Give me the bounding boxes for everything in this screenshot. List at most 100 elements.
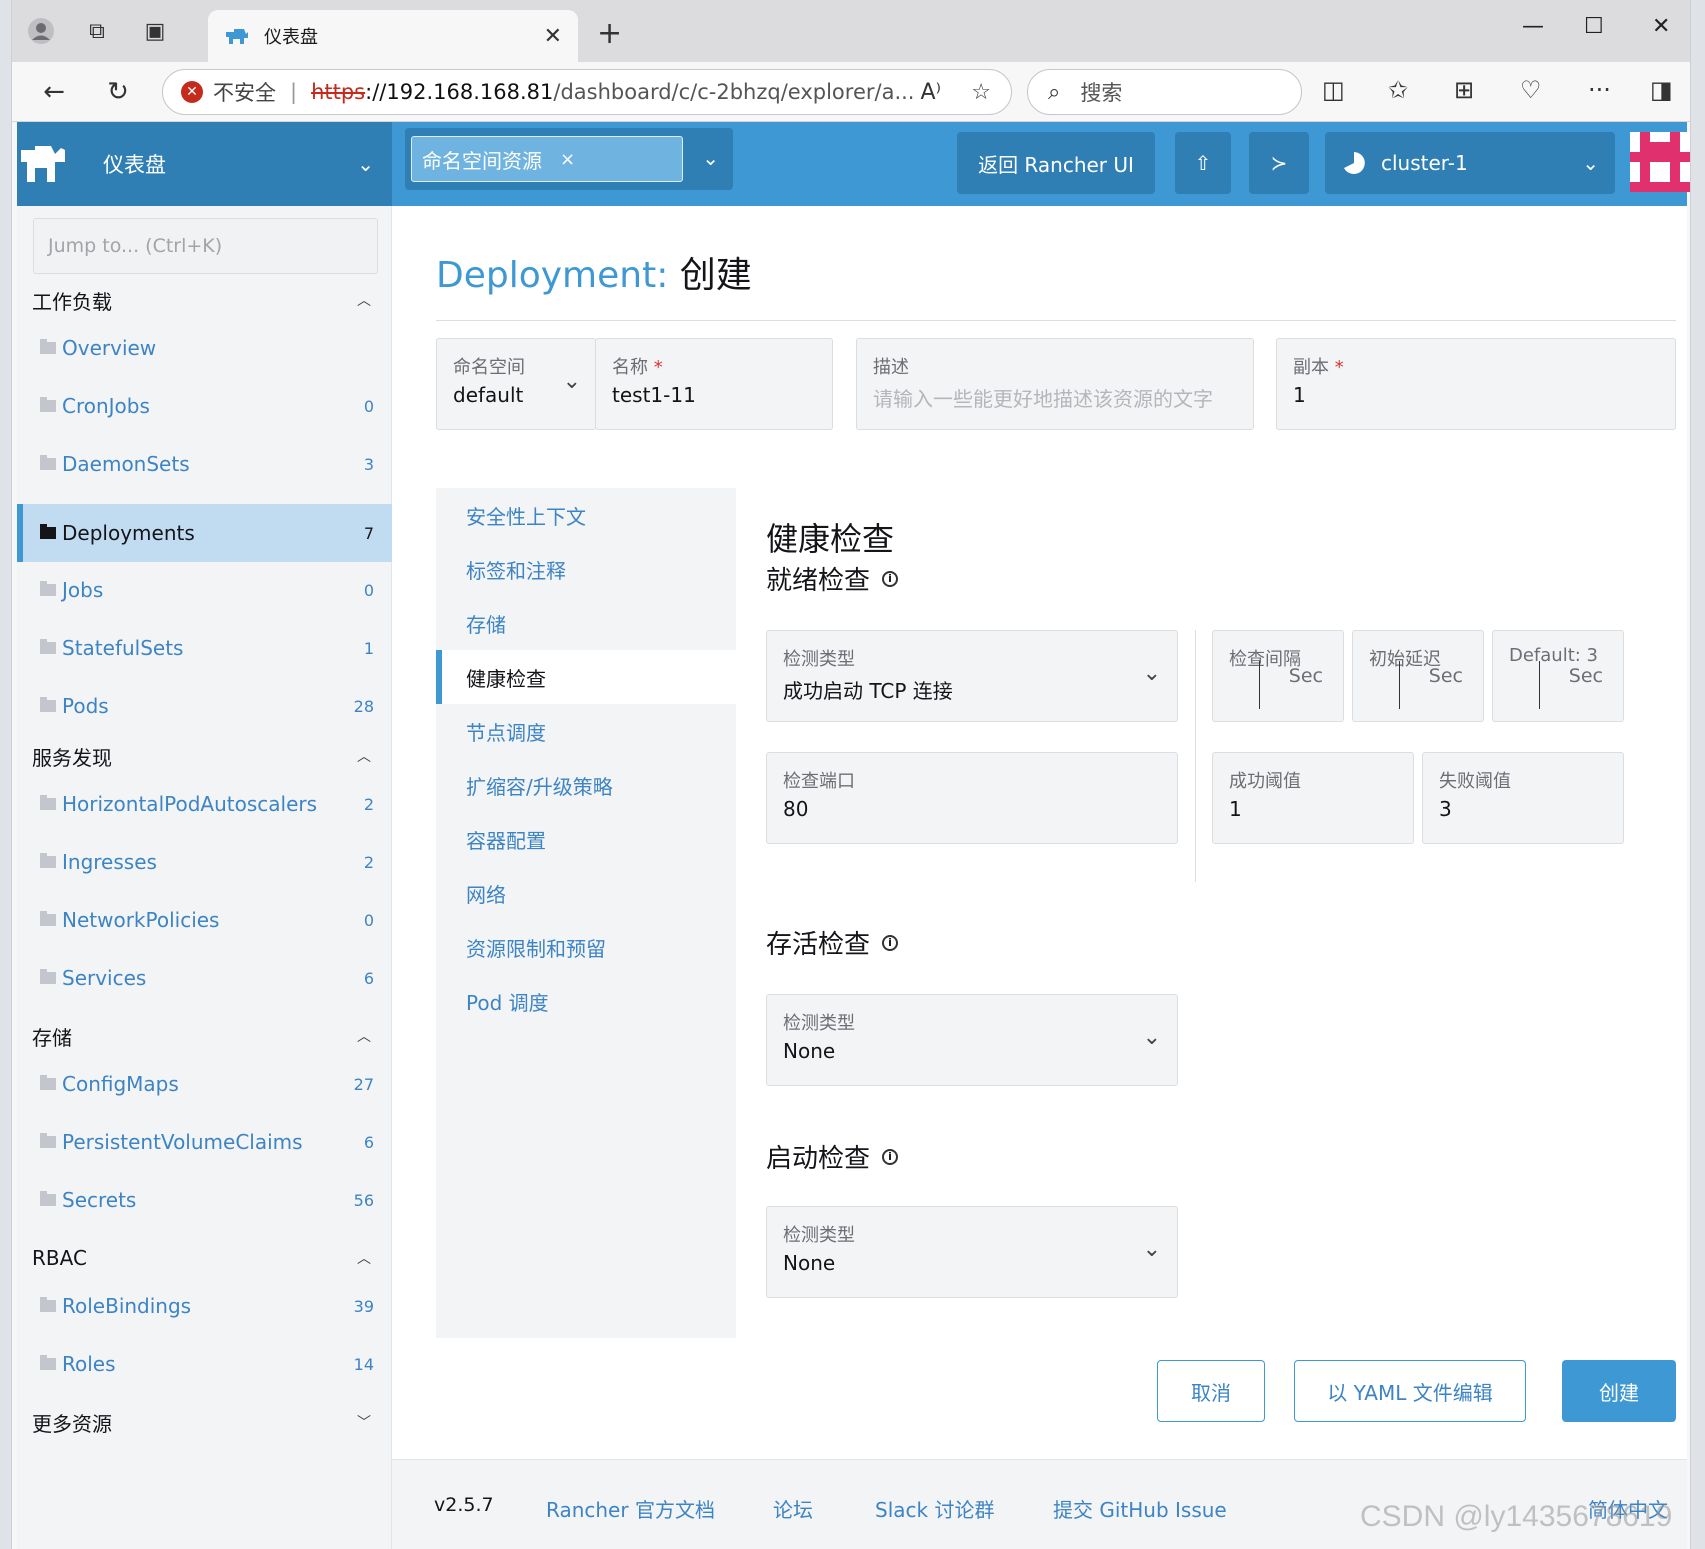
identicon-icon (1630, 132, 1690, 192)
kubectl-shell-icon[interactable]: ≻ (1249, 132, 1309, 194)
sidebar-item-statefulsets[interactable]: StatefulSets 1 (17, 620, 392, 676)
replicas-field[interactable]: 副本 * 1 (1276, 338, 1676, 430)
browser-essentials-icon[interactable]: ♡ (1520, 76, 1542, 104)
docs-link[interactable]: Rancher 官方文档 (546, 1494, 715, 1523)
split-screen-icon[interactable]: ◫ (1322, 76, 1345, 104)
namespace-filter[interactable]: 命名空间资源 × ⌄ (405, 128, 733, 190)
sidebar-item-pvcs[interactable]: PersistentVolumeClaims 6 (17, 1114, 392, 1170)
sidebar-item-daemonsets[interactable]: DaemonSets 3 (17, 436, 392, 492)
info-icon[interactable]: i (882, 570, 899, 587)
new-tab-icon[interactable]: + (597, 16, 622, 51)
close-tab-icon[interactable]: ✕ (544, 24, 562, 49)
tab-health-check[interactable]: 健康检查 (436, 650, 736, 704)
forum-link[interactable]: 论坛 (773, 1494, 813, 1523)
maximize-icon[interactable]: ☐ (1584, 14, 1604, 39)
name-label: 名称 * (612, 353, 663, 379)
success-threshold-field[interactable]: 成功阈值 1 (1212, 752, 1414, 844)
edit-yaml-button[interactable]: 以 YAML 文件编辑 (1294, 1360, 1526, 1422)
sidebar-item-rolebindings[interactable]: RoleBindings 39 (17, 1278, 392, 1334)
address-bar[interactable]: ✕ 不安全 | https://192.168.168.81/dashboard… (162, 69, 1012, 115)
sidebar-item-overview[interactable]: Overview (17, 320, 392, 376)
window-close-icon[interactable]: ✕ (1652, 14, 1670, 39)
sidebar-item-pods[interactable]: Pods 28 (17, 678, 392, 734)
tab-node-scheduling[interactable]: 节点调度 (436, 704, 736, 758)
sidebar-group-more-resources[interactable]: 更多资源 ﹀ (32, 1396, 377, 1448)
timeout-field[interactable]: Default: 3 Sec (1492, 630, 1624, 722)
back-to-rancher-button[interactable]: 返回 Rancher UI (957, 132, 1155, 194)
sidebar-toggle-icon[interactable]: ◨ (1650, 76, 1673, 104)
sidebar-group-storage[interactable]: 存储 ︿ (32, 1010, 377, 1062)
description-field[interactable]: 描述 请输入一些能更好地描述该资源的文字 (856, 338, 1254, 430)
profile-icon[interactable] (26, 16, 56, 46)
liveness-type-select[interactable]: 检测类型 None ⌄ (766, 994, 1178, 1086)
remove-chip-icon[interactable]: × (560, 149, 575, 170)
github-issue-link[interactable]: 提交 GitHub Issue (1053, 1494, 1227, 1523)
startup-type-value: None (783, 1251, 836, 1275)
sidebar-item-jobs[interactable]: Jobs 0 (17, 562, 392, 618)
info-icon[interactable]: i (882, 1148, 899, 1165)
sidebar-item-services[interactable]: Services 6 (17, 950, 392, 1006)
tab-security-context[interactable]: 安全性上下文 (436, 488, 736, 542)
version-label: v2.5.7 (434, 1494, 494, 1516)
initial-delay-field[interactable]: 初始延迟 Sec (1352, 630, 1484, 722)
info-icon[interactable]: i (882, 934, 899, 951)
sidebar-item-hpa[interactable]: HorizontalPodAutoscalers 2 (17, 776, 392, 832)
cluster-selector[interactable]: cluster-1 ⌄ (1325, 132, 1615, 194)
sidebar-item-deployments[interactable]: Deployments 7 (17, 504, 392, 562)
minimize-icon[interactable]: — (1522, 14, 1544, 39)
sidebar-group-workloads[interactable]: 工作负载 ︿ (32, 274, 377, 326)
sidebar-group-rbac[interactable]: RBAC ︿ (32, 1232, 377, 1284)
cluster-name: cluster-1 (1381, 151, 1468, 175)
sidebar-group-service-discovery[interactable]: 服务发现 ︿ (32, 730, 377, 782)
user-avatar[interactable] (1630, 132, 1690, 192)
namespace-select[interactable]: 命名空间 default ⌄ (436, 338, 596, 430)
favorite-star-icon[interactable]: ☆ (971, 80, 991, 105)
workspaces-icon[interactable]: ⧉ (82, 16, 112, 46)
vertical-tabs-icon[interactable]: ▣ (140, 16, 170, 46)
reload-icon[interactable]: ↻ (100, 74, 136, 110)
check-port-label: 检查端口 (783, 771, 855, 792)
tab-networking[interactable]: 网络 (436, 866, 736, 920)
chevron-down-icon: ⌄ (357, 152, 374, 176)
read-aloud-icon[interactable]: A⁾ (921, 80, 941, 105)
create-button[interactable]: 创建 (1562, 1360, 1676, 1422)
sidebar-item-label: PersistentVolumeClaims (62, 1130, 303, 1154)
name-field[interactable]: 名称 * test1-11 (595, 338, 833, 430)
namespace-chip[interactable]: 命名空间资源 × (411, 136, 683, 182)
group-label: RBAC (32, 1246, 87, 1270)
sidebar-item-configmaps[interactable]: ConfigMaps 27 (17, 1056, 392, 1112)
interval-field[interactable]: 检查间隔 Sec (1212, 630, 1344, 722)
failure-threshold-field[interactable]: 失败阈值 3 (1422, 752, 1624, 844)
browser-tab[interactable]: 仪表盘 ✕ (208, 10, 578, 62)
jump-to-input[interactable]: Jump to... (Ctrl+K) (33, 218, 378, 274)
more-menu-icon[interactable]: ··· (1588, 76, 1611, 104)
text-cursor (1539, 661, 1540, 709)
search-placeholder: 搜索 (1080, 81, 1123, 105)
probe-type-label: 检测类型 (783, 649, 855, 670)
tab-container-config[interactable]: 容器配置 (436, 812, 736, 866)
favorites-icon[interactable]: ✩ (1388, 76, 1408, 104)
readiness-type-select[interactable]: 检测类型 成功启动 TCP 连接 ⌄ (766, 630, 1178, 722)
sidebar-item-secrets[interactable]: Secrets 56 (17, 1172, 392, 1228)
sidebar-item-ingresses[interactable]: Ingresses 2 (17, 834, 392, 890)
product-menu[interactable]: 仪表盘 ⌄ (17, 122, 392, 206)
namespace-value: default (453, 383, 524, 407)
chevron-down-icon: ⌄ (1142, 661, 1161, 686)
chevron-down-icon[interactable]: ⌄ (702, 146, 719, 170)
browser-search-box[interactable]: ⌕ 搜索 (1027, 69, 1302, 115)
tab-resources[interactable]: 资源限制和预留 (436, 920, 736, 974)
back-icon[interactable]: ← (36, 74, 72, 110)
import-yaml-icon[interactable]: ⇧ (1175, 132, 1231, 194)
startup-type-select[interactable]: 检测类型 None ⌄ (766, 1206, 1178, 1298)
tab-scaling-upgrade[interactable]: 扩缩容/升级策略 (436, 758, 736, 812)
tab-storage[interactable]: 存储 (436, 596, 736, 650)
tab-pod-scheduling[interactable]: Pod 调度 (436, 974, 736, 1028)
slack-link[interactable]: Slack 讨论群 (875, 1494, 994, 1523)
tab-labels-annotations[interactable]: 标签和注释 (436, 542, 736, 596)
check-port-field[interactable]: 检查端口 80 (766, 752, 1178, 844)
sidebar-item-roles[interactable]: Roles 14 (17, 1336, 392, 1392)
sidebar-item-networkpolicies[interactable]: NetworkPolicies 0 (17, 892, 392, 948)
collections-icon[interactable]: ⊞ (1454, 76, 1474, 104)
cancel-button[interactable]: 取消 (1157, 1360, 1265, 1422)
sidebar-item-cronjobs[interactable]: CronJobs 0 (17, 378, 392, 434)
